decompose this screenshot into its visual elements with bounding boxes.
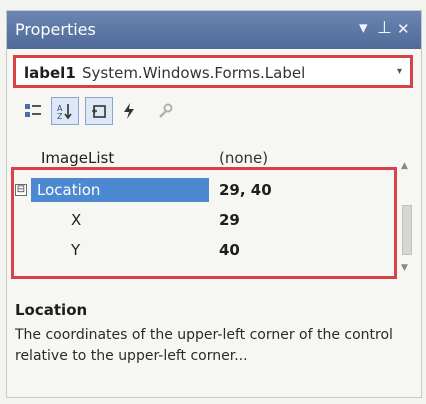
pin-icon[interactable]: ⊥ <box>377 18 392 38</box>
chevron-down-icon[interactable]: ▾ <box>397 66 402 77</box>
window-menu-dropdown-icon[interactable]: ▾ <box>359 18 368 38</box>
property-value[interactable]: 29, 40 <box>219 181 272 199</box>
property-value[interactable]: (none) <box>219 149 268 167</box>
selected-object-type: System.Windows.Forms.Label <box>82 64 306 82</box>
scrollbar-thumb[interactable] <box>402 205 412 255</box>
property-pages-button[interactable] <box>151 97 179 125</box>
properties-toolbar: A Z <box>13 95 413 129</box>
property-row-x[interactable]: X 29 <box>13 205 397 235</box>
scroll-down-icon[interactable]: ▼ <box>401 263 408 273</box>
property-grid-scrollbar[interactable]: ▲ ▼ <box>399 139 413 281</box>
object-selector-dropdown[interactable]: label1 System.Windows.Forms.Label ▾ <box>13 55 413 88</box>
categorized-button[interactable] <box>19 97 47 125</box>
property-value[interactable]: 40 <box>219 241 240 259</box>
collapse-icon[interactable]: ⊟ <box>15 184 27 196</box>
properties-button[interactable] <box>85 97 113 125</box>
property-row-location[interactable]: ⊟ Location 29, 40 <box>13 175 397 205</box>
description-text: The coordinates of the upper-left corner… <box>15 327 393 364</box>
description-title: Location <box>15 301 88 319</box>
title-bar: Properties ▾ ⊥ ✕ <box>7 11 421 49</box>
property-row-y[interactable]: Y 40 <box>13 235 397 265</box>
properties-window: Properties ▾ ⊥ ✕ label1 System.Windows.F… <box>6 10 422 398</box>
categorized-icon <box>25 104 41 117</box>
property-name: ImageList <box>41 149 115 167</box>
selected-object-name: label1 <box>24 64 76 82</box>
scroll-up-icon[interactable]: ▲ <box>401 161 408 171</box>
svg-text:Z: Z <box>57 112 63 120</box>
alphabetical-button[interactable]: A Z <box>51 97 79 125</box>
description-pane: Location The coordinates of the upper-le… <box>13 301 413 391</box>
wrench-icon <box>159 103 173 118</box>
property-value[interactable]: 29 <box>219 211 240 229</box>
property-name: Location <box>37 181 101 199</box>
close-icon[interactable]: ✕ <box>397 20 410 38</box>
property-name: Y <box>71 241 81 259</box>
properties-page-icon <box>92 105 106 118</box>
lightning-icon <box>124 103 134 119</box>
property-grid: ImageList (none) ⊟ Location 29, 40 X 29 … <box>13 139 397 281</box>
events-button[interactable] <box>115 97 143 125</box>
property-name: X <box>71 211 82 229</box>
alphabetical-sort-icon: A Z <box>57 104 72 120</box>
property-row-imagelist[interactable]: ImageList (none) <box>13 143 397 173</box>
window-title: Properties <box>15 20 96 39</box>
